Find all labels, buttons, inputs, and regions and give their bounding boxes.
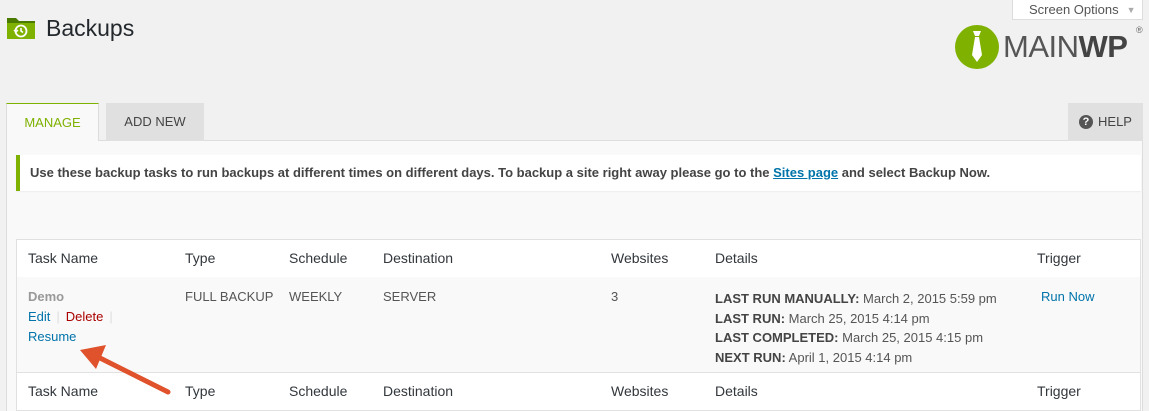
task-details: LAST RUN MANUALLY: March 2, 2015 5:59 pm… [715,289,997,367]
registered-mark: ® [1136,25,1143,35]
notice-text-after: and select Backup Now. [838,165,991,180]
tab-manage[interactable]: MANAGE [6,103,99,141]
detail-label: LAST COMPLETED: [715,330,839,345]
backup-tasks-table: Task Name Type Schedule Destination Webs… [16,239,1141,411]
column-footer-websites[interactable]: Websites [611,373,668,410]
resume-link[interactable]: Resume [28,329,76,344]
detail-last-run-manually: LAST RUN MANUALLY: March 2, 2015 5:59 pm [715,289,997,309]
question-circle-icon: ? [1079,115,1094,129]
column-footer-schedule[interactable]: Schedule [289,373,347,410]
table-footer-row: Task Name Type Schedule Destination Webs… [17,372,1140,410]
mainwp-tie-icon [955,25,999,69]
task-destination: SERVER [383,289,437,304]
screen-options-button[interactable]: Screen Options ▼ [1012,0,1143,20]
info-notice: Use these backup tasks to run backups at… [16,155,1141,191]
help-label: HELP [1098,114,1132,129]
detail-last-run: LAST RUN: March 25, 2015 4:14 pm [715,309,997,329]
column-footer-task-name[interactable]: Task Name [28,373,98,410]
column-footer-type[interactable]: Type [185,373,215,410]
task-schedule: WEEKLY [289,289,343,304]
help-button[interactable]: ? HELP [1068,103,1143,141]
column-header-type[interactable]: Type [185,240,215,277]
action-separator: | [56,309,60,324]
backup-folder-icon [7,18,35,39]
detail-next-run: NEXT RUN: April 1, 2015 4:14 pm [715,348,997,368]
tab-add-new[interactable]: ADD NEW [106,103,204,141]
detail-value: April 1, 2015 4:14 pm [785,349,913,365]
row-actions: Edit | Delete | [28,309,119,324]
delete-link[interactable]: Delete [66,309,104,324]
action-separator: | [109,309,113,324]
detail-value: March 2, 2015 5:59 pm [859,291,997,306]
logo-text: MAINWP [1003,25,1128,69]
detail-label: LAST RUN MANUALLY: [715,291,860,306]
column-footer-details: Details [715,383,758,399]
sites-page-link[interactable]: Sites page [773,165,838,180]
page-title: Backups [46,15,135,41]
caret-down-icon: ▼ [1126,4,1136,15]
column-footer-destination[interactable]: Destination [383,373,453,410]
run-now-link[interactable]: Run Now [1041,289,1094,304]
detail-last-completed: LAST COMPLETED: March 25, 2015 4:15 pm [715,328,997,348]
logo-text-main: MAIN [1003,29,1079,64]
detail-label: NEXT RUN: [715,349,786,365]
mainwp-logo: MAINWP [955,24,1128,70]
table-row: Demo Edit | Delete | Resume FULL BACKUP WEE… [17,277,1140,372]
task-name: Demo [28,289,65,304]
detail-value: March 25, 2015 4:14 pm [785,310,930,326]
detail-label: LAST RUN: [715,310,786,326]
detail-value: March 25, 2015 4:15 pm [838,330,984,345]
column-header-details: Details [715,250,758,266]
table-header-row: Task Name Type Schedule Destination Webs… [17,240,1140,278]
logo-text-wp: WP [1078,29,1128,64]
task-websites-count: 3 [611,289,619,304]
column-header-websites[interactable]: Websites [611,240,668,277]
notice-text-before: Use these backup tasks to run backups at… [30,165,774,180]
task-type: FULL BACKUP [185,289,274,304]
edit-link[interactable]: Edit [28,309,50,324]
column-header-destination[interactable]: Destination [383,240,453,277]
column-footer-trigger: Trigger [1037,383,1081,399]
column-header-schedule[interactable]: Schedule [289,240,347,277]
column-header-trigger: Trigger [1037,250,1081,266]
screen-options-label: Screen Options [1029,1,1119,17]
column-header-task-name[interactable]: Task Name [28,240,98,277]
